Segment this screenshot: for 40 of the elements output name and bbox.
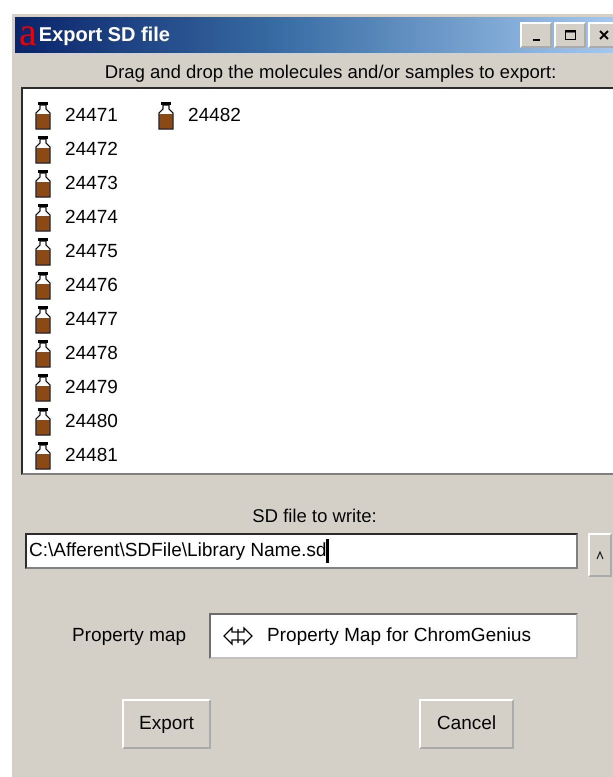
sample-label[interactable]: 24478: [65, 343, 118, 365]
vial-icon: [35, 374, 51, 402]
vial-icon: [35, 204, 51, 232]
vial-icon: [35, 306, 51, 334]
property-map-field[interactable]: Property Map for ChromGenius: [209, 613, 578, 659]
sample-label[interactable]: 24481: [65, 445, 118, 467]
file-label: SD file to write:: [251, 505, 378, 527]
close-icon: [599, 30, 609, 40]
app-logo: a: [19, 17, 37, 47]
minimize-icon: [532, 39, 540, 41]
sample-label[interactable]: 24472: [65, 139, 118, 161]
cancel-button[interactable]: Cancel: [419, 699, 514, 749]
vial-icon: [158, 102, 174, 130]
vial-icon: [35, 272, 51, 300]
vial-icon: [35, 238, 51, 266]
vial-icon: [35, 102, 51, 130]
sample-label[interactable]: 24480: [65, 411, 118, 433]
file-path-field[interactable]: C:\Afferent\SDFile\Library Name.sd: [25, 533, 578, 569]
sample-label[interactable]: 24476: [65, 275, 118, 297]
sample-label[interactable]: 24482: [188, 105, 241, 127]
window-title: Export SD file: [38, 24, 170, 46]
export-button[interactable]: Export: [122, 699, 211, 749]
sample-label[interactable]: 24475: [65, 241, 118, 263]
sample-label[interactable]: 24477: [65, 309, 118, 331]
maximize-icon: [564, 30, 576, 40]
close-button[interactable]: [588, 22, 613, 48]
sample-list[interactable]: 24471 24472 24473 24474 24475 24476 24477 24478 24479 24480 24481 24482: [21, 87, 613, 475]
vial-icon: [35, 340, 51, 368]
vial-icon: [35, 408, 51, 436]
instruction-text: Drag and drop the molecules and/or samples to export:: [104, 60, 558, 84]
sample-label[interactable]: 24474: [65, 207, 118, 229]
vial-icon: [35, 136, 51, 164]
sample-label[interactable]: 24471: [65, 105, 118, 127]
property-map-label: Property map: [72, 625, 188, 647]
sample-label[interactable]: 24479: [65, 377, 118, 399]
double-arrow-icon: [223, 626, 253, 646]
vial-icon: [35, 170, 51, 198]
vial-icon: [35, 442, 51, 470]
sample-label[interactable]: 24473: [65, 173, 118, 195]
maximize-button[interactable]: [554, 22, 586, 48]
